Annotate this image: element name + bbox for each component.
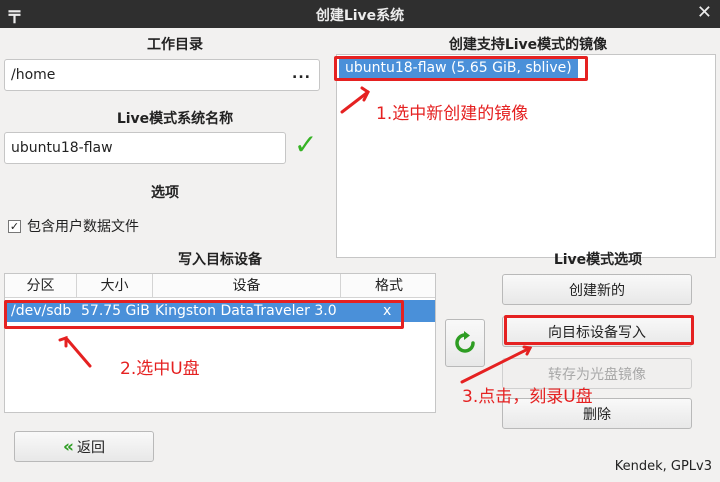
annotation-box-device: [4, 300, 404, 329]
device-table-header: 分区 大小 设备 格式: [5, 274, 435, 298]
back-button[interactable]: « 返回: [14, 431, 154, 462]
include-user-data-label: 包含用户数据文件: [27, 219, 139, 235]
window-title: 创建Live系统: [315, 8, 405, 24]
include-user-data-checkbox[interactable]: ✓: [8, 219, 21, 233]
column-header-format[interactable]: 格式: [341, 274, 437, 298]
browse-button[interactable]: ...: [292, 66, 311, 82]
images-label: 创建支持Live模式的镜像: [448, 37, 608, 53]
image-list[interactable]: ubuntu18-flaw (5.65 GiB, sblive): [336, 54, 716, 258]
annotation-step1: 1.选中新创建的镜像: [376, 104, 529, 124]
workdir-input[interactable]: /home ...: [4, 59, 320, 91]
back-label: 返回: [76, 439, 105, 456]
annotation-step3: 3.点击，刻录U盘: [462, 387, 593, 407]
live-name-value: ubuntu18-flaw: [11, 140, 113, 156]
device-table[interactable]: 分区 大小 设备 格式 /dev/sdb 57.75 GiB Kingston …: [4, 273, 436, 413]
refresh-button[interactable]: [445, 319, 485, 367]
options-label: 选项: [151, 185, 179, 201]
column-header-partition[interactable]: 分区: [5, 274, 77, 298]
devices-label: 写入目标设备: [178, 252, 262, 268]
annotation-box-image: [334, 56, 588, 81]
back-icon: «: [63, 436, 74, 457]
live-name-input[interactable]: ubuntu18-flaw: [4, 132, 286, 164]
column-header-size[interactable]: 大小: [77, 274, 153, 298]
column-header-device[interactable]: 设备: [153, 274, 341, 298]
live-name-label: Live模式系统名称: [116, 111, 234, 127]
workdir-value: /home: [11, 67, 56, 83]
annotation-step2: 2.选中U盘: [120, 359, 200, 379]
include-user-data-option[interactable]: ✓ 包含用户数据文件: [8, 216, 139, 236]
workdir-label: 工作目录: [147, 37, 203, 53]
footer-credit: Kendek, GPLv3: [614, 459, 712, 474]
refresh-icon: [455, 331, 475, 353]
valid-check-icon: ✓: [294, 128, 318, 161]
title-bar: 〒 创建Live系统 ✕: [0, 0, 720, 28]
close-icon[interactable]: ✕: [697, 2, 712, 23]
annotation-box-write: [504, 315, 694, 345]
create-new-button[interactable]: 创建新的: [502, 274, 692, 305]
live-options-label: Live模式选项: [553, 252, 643, 268]
main-window: 工作目录 /home ... Live模式系统名称 ubuntu18-flaw …: [0, 28, 720, 482]
